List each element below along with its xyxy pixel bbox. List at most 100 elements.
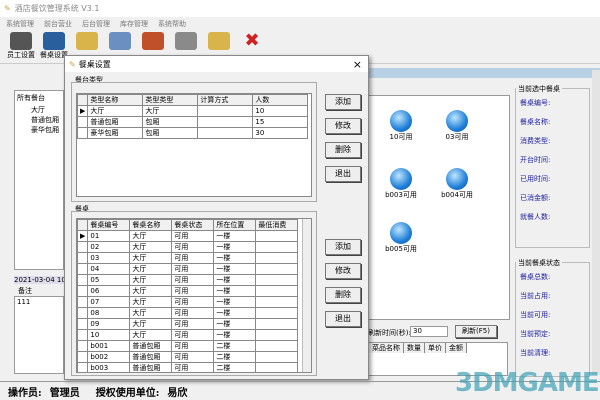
- table-cell[interactable]: 大厅: [129, 307, 173, 319]
- table-cell[interactable]: 豪华包厢: [87, 127, 144, 139]
- table-row[interactable]: ▶ 01 大厅 可用 一楼: [77, 230, 299, 242]
- table-cell[interactable]: [255, 351, 299, 363]
- type-button-0[interactable]: 添加: [325, 94, 361, 110]
- table-cell[interactable]: 10: [87, 329, 131, 341]
- table-cell[interactable]: 09: [87, 318, 131, 330]
- table-cell[interactable]: 一楼: [213, 307, 257, 319]
- table-cell[interactable]: 普通包厢: [129, 362, 173, 372]
- table-cell[interactable]: 可用: [171, 362, 215, 372]
- table-cell[interactable]: [255, 318, 299, 330]
- table-cell[interactable]: 包厢: [142, 116, 199, 128]
- column-header[interactable]: 餐桌名称: [129, 219, 173, 231]
- table-cell[interactable]: 可用: [171, 329, 215, 341]
- table-cell[interactable]: 02: [87, 241, 131, 253]
- table-cell[interactable]: 大厅: [129, 252, 173, 264]
- table-tile[interactable]: b005可用: [376, 222, 426, 254]
- table-cell[interactable]: 可用: [171, 285, 215, 297]
- tree-item[interactable]: 普通包厢: [15, 115, 63, 125]
- table-cell[interactable]: 包厢: [142, 127, 199, 139]
- table-cell[interactable]: 大厅: [129, 296, 173, 308]
- table-button-2[interactable]: 删除: [325, 287, 361, 303]
- table-row[interactable]: 03 大厅 可用 一楼: [77, 252, 299, 264]
- table-cell[interactable]: 大厅: [129, 263, 173, 275]
- table-row[interactable]: 02 大厅 可用 一楼: [77, 241, 299, 253]
- table-tile[interactable]: b004可用: [432, 168, 482, 200]
- table-row[interactable]: 09 大厅 可用 一楼: [77, 318, 299, 330]
- close-icon[interactable]: ×: [353, 58, 362, 71]
- table-row[interactable]: 普通包厢 包厢 15: [76, 116, 309, 128]
- table-cell[interactable]: [255, 340, 299, 352]
- table-cell[interactable]: [255, 329, 299, 341]
- table-cell[interactable]: 一楼: [213, 296, 257, 308]
- refresh-interval-input[interactable]: 30: [410, 326, 448, 337]
- table-cell[interactable]: 大厅: [87, 105, 144, 117]
- table-cell[interactable]: 可用: [171, 230, 215, 242]
- table-cell[interactable]: [197, 127, 254, 139]
- table-cell[interactable]: 大厅: [129, 329, 173, 341]
- orders-column-header[interactable]: 数量: [404, 343, 425, 353]
- table-button-1[interactable]: 修改: [325, 263, 361, 279]
- table-cell[interactable]: 07: [87, 296, 131, 308]
- table-cell[interactable]: 可用: [171, 241, 215, 253]
- table-cell[interactable]: 大厅: [129, 318, 173, 330]
- table-row[interactable]: 08 大厅 可用 一楼: [77, 307, 299, 319]
- table-cell[interactable]: b002: [87, 351, 131, 363]
- table-tile[interactable]: 03可用: [432, 110, 482, 142]
- tables-grid[interactable]: 餐桌编号 餐桌名称 餐桌状态 所在位置 最低消费 ▶ 01 大厅 可用 一楼 02 大厅 可用 一楼 03 大…: [76, 218, 312, 373]
- refresh-button[interactable]: 刷新(F5): [455, 325, 497, 338]
- table-cell[interactable]: 可用: [171, 252, 215, 264]
- table-cell[interactable]: 一楼: [213, 285, 257, 297]
- table-cell[interactable]: 一楼: [213, 230, 257, 242]
- column-header[interactable]: 餐桌状态: [171, 219, 215, 231]
- table-cell[interactable]: [255, 274, 299, 286]
- table-cell[interactable]: [255, 252, 299, 264]
- table-row[interactable]: b001 普通包厢 可用 二楼: [77, 340, 299, 352]
- table-row[interactable]: 豪华包厢 包厢 30: [76, 127, 309, 139]
- table-cell[interactable]: 一楼: [213, 241, 257, 253]
- table-cell[interactable]: 01: [87, 230, 131, 242]
- tree-item[interactable]: 大厅: [15, 105, 63, 115]
- table-tile[interactable]: b003可用: [376, 168, 426, 200]
- table-cell[interactable]: 一楼: [213, 274, 257, 286]
- type-button-3[interactable]: 退出: [325, 166, 361, 182]
- table-cell[interactable]: 可用: [171, 318, 215, 330]
- table-cell[interactable]: 一楼: [213, 252, 257, 264]
- menu-item[interactable]: 后台管理: [82, 19, 110, 29]
- table-cell[interactable]: 15: [252, 116, 309, 128]
- table-row[interactable]: ▶ 大厅 大厅 10: [76, 105, 309, 117]
- table-cell[interactable]: 一楼: [213, 263, 257, 275]
- table-button-0[interactable]: 添加: [325, 239, 361, 255]
- orders-column-header[interactable]: 单价: [425, 343, 446, 353]
- main-scrollbar[interactable]: [592, 70, 600, 375]
- table-cell[interactable]: 大厅: [129, 285, 173, 297]
- toolbar-button[interactable]: 员工设置: [6, 32, 36, 62]
- table-cell[interactable]: 普通包厢: [87, 116, 144, 128]
- type-button-2[interactable]: 删除: [325, 142, 361, 158]
- type-button-1[interactable]: 修改: [325, 118, 361, 134]
- table-cell[interactable]: [255, 307, 299, 319]
- table-cell[interactable]: 大厅: [129, 230, 173, 242]
- menu-item[interactable]: 系统帮助: [158, 19, 186, 29]
- table-cell[interactable]: 二楼: [213, 362, 257, 372]
- table-cell[interactable]: 普通包厢: [129, 340, 173, 352]
- table-cell[interactable]: b001: [87, 340, 131, 352]
- table-cell[interactable]: 可用: [171, 274, 215, 286]
- table-cell[interactable]: 30: [252, 127, 309, 139]
- table-cell[interactable]: [255, 296, 299, 308]
- table-cell[interactable]: 一楼: [213, 318, 257, 330]
- table-row[interactable]: 04 大厅 可用 一楼: [77, 263, 299, 275]
- orders-column-header[interactable]: 菜品名称: [369, 343, 404, 353]
- table-tile[interactable]: 10可用: [376, 110, 426, 142]
- table-cell[interactable]: 大厅: [129, 274, 173, 286]
- table-cell[interactable]: 10: [252, 105, 309, 117]
- table-cell[interactable]: 04: [87, 263, 131, 275]
- table-cell[interactable]: [255, 241, 299, 253]
- note-field[interactable]: 111: [14, 296, 64, 374]
- table-cell[interactable]: 可用: [171, 296, 215, 308]
- table-cell[interactable]: 二楼: [213, 340, 257, 352]
- table-row[interactable]: b002 普通包厢 可用 二楼: [77, 351, 299, 363]
- tables-grid-scrollbar[interactable]: [302, 219, 311, 372]
- orders-column-header[interactable]: 金额: [446, 343, 467, 353]
- table-cell[interactable]: 一楼: [213, 329, 257, 341]
- table-tree[interactable]: 所有餐台 大厅 普通包厢 豪华包厢: [14, 90, 64, 270]
